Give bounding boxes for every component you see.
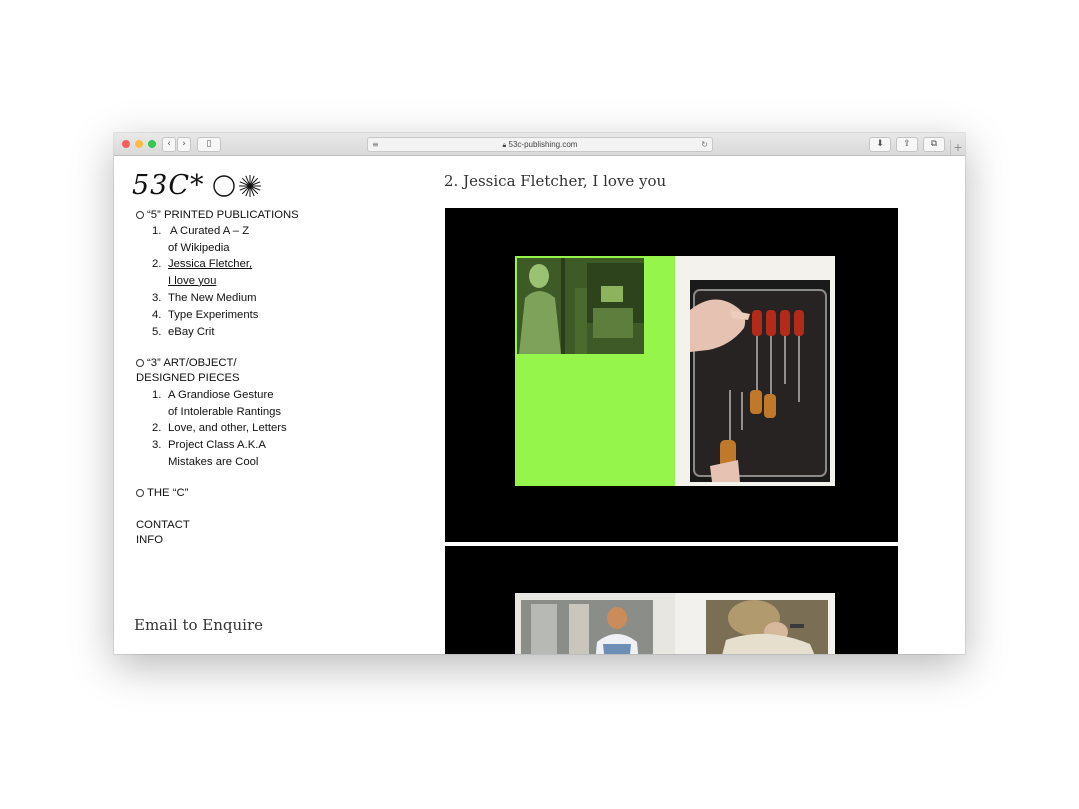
nav-item-label: eBay Crit xyxy=(168,326,215,338)
nav-info-link[interactable]: INFO xyxy=(136,533,163,548)
logo-circle-icon xyxy=(213,175,235,197)
nav-item-number: 1. xyxy=(152,225,162,237)
nav-item-label: Type Experiments xyxy=(168,309,259,321)
tabs-icon: ⧉ xyxy=(930,139,938,149)
green-tinted-photo xyxy=(517,258,644,354)
circle-bullet-icon xyxy=(136,489,144,497)
reader-icon[interactable]: ≡ xyxy=(372,138,379,151)
email-enquire-link[interactable]: Email to Enquire xyxy=(134,616,263,634)
nav-item-label-cont: Mistakes are Cool xyxy=(168,455,259,468)
nav-item-curated-a-z[interactable]: 1. A Curated A – Z of Wikipedia xyxy=(152,223,249,256)
sidebar-toggle-button[interactable]: ▯ xyxy=(197,137,221,152)
sidebar-icon: ▯ xyxy=(206,139,212,149)
nav-section-printed[interactable]: “5” PRINTED PUBLICATIONS xyxy=(136,208,299,223)
nav-item-number: 2. xyxy=(152,422,162,434)
nav-section-art-objects[interactable]: “3” ART/OBJECT/ DESIGNED PIECES xyxy=(136,356,240,386)
share-button[interactable]: ⇪ xyxy=(896,137,918,152)
nav-item-label: A Curated A – Z xyxy=(170,225,250,237)
portrait-photo xyxy=(706,600,828,654)
nav-item-number: 2. xyxy=(152,258,162,270)
nav-section-title: “3” ART/OBJECT/ xyxy=(147,357,237,369)
nav-item-label: A Grandiose Gesture xyxy=(168,389,274,401)
left-page xyxy=(515,593,675,654)
nav-item-number: 3. xyxy=(152,439,162,451)
nav-item-label: Project Class A.K.A xyxy=(168,439,266,451)
right-page xyxy=(675,593,835,654)
browser-toolbar: ‹ › ▯ ≡ 🔒︎ 53c-publishing.com ↻ ⬇ ⇪ ⧉ + xyxy=(114,133,965,156)
nav-item-label-cont: of Intolerable Rantings xyxy=(168,405,282,418)
browser-window: ‹ › ▯ ≡ 🔒︎ 53c-publishing.com ↻ ⬇ ⇪ ⧉ + … xyxy=(114,133,965,654)
nav-item-number: 3. xyxy=(152,292,162,304)
nav-item-label-active-cont: I love you xyxy=(168,274,217,287)
kitchen-photo xyxy=(521,600,653,654)
project-image-2[interactable] xyxy=(445,546,898,654)
green-page xyxy=(515,256,675,486)
new-tab-button[interactable]: + xyxy=(950,140,965,155)
screwdriver-photo xyxy=(690,280,830,482)
logo-sunburst-icon xyxy=(239,175,261,197)
nav-item-ebay-crit[interactable]: 5. eBay Crit xyxy=(152,324,214,341)
project-image-1[interactable] xyxy=(445,208,898,542)
nav-section-title: THE “C” xyxy=(147,487,189,499)
nav-item-number: 4. xyxy=(152,309,162,321)
nav-section-title-cont: DESIGNED PIECES xyxy=(136,372,240,384)
address-bar[interactable]: ≡ 🔒︎ 53c-publishing.com ↻ xyxy=(367,137,713,152)
nav-section-the-c[interactable]: THE “C” xyxy=(136,486,188,501)
nav-item-type-experiments[interactable]: 4. Type Experiments xyxy=(152,307,258,324)
nav-item-label-cont: of Wikipedia xyxy=(168,241,230,254)
nav-item-label: Love, and other, Letters xyxy=(168,422,287,434)
circle-bullet-icon xyxy=(136,211,144,219)
url-text: 53c-publishing.com xyxy=(508,140,578,149)
forward-button[interactable]: › xyxy=(177,137,191,152)
nav-item-number: 5. xyxy=(152,326,162,338)
logo-text: 53C* xyxy=(132,170,205,201)
nav-section-title: “5” PRINTED PUBLICATIONS xyxy=(147,209,299,221)
close-window-button[interactable] xyxy=(122,140,130,148)
reload-icon[interactable]: ↻ xyxy=(701,138,708,151)
share-icon: ⇪ xyxy=(903,139,911,149)
minimize-window-button[interactable] xyxy=(135,140,143,148)
lock-icon: 🔒︎ xyxy=(502,141,507,149)
white-page xyxy=(675,256,835,486)
nav-item-number: 1. xyxy=(152,389,162,401)
downloads-button[interactable]: ⬇ xyxy=(869,137,891,152)
nav-item-new-medium[interactable]: 3. The New Medium xyxy=(152,290,257,307)
project-title: 2. Jessica Fletcher, I love you xyxy=(444,172,667,190)
chevron-left-icon: ‹ xyxy=(167,139,171,149)
zoom-window-button[interactable] xyxy=(148,140,156,148)
nav-item-project-class[interactable]: 3. Project Class A.K.A Mistakes are Cool xyxy=(152,437,266,470)
nav-item-label: The New Medium xyxy=(168,292,257,304)
nav-item-love-letters[interactable]: 2. Love, and other, Letters xyxy=(152,420,287,437)
nav-contact-link[interactable]: CONTACT xyxy=(136,518,190,533)
chevron-right-icon: › xyxy=(182,139,186,149)
site-logo[interactable]: 53C* xyxy=(132,170,261,201)
nav-item-label-active: Jessica Fletcher, xyxy=(168,258,253,270)
page-content: 53C* “5” PRINTED PUBLICATIONS 1. A Curat… xyxy=(114,156,965,654)
circle-bullet-icon xyxy=(136,359,144,367)
back-button[interactable]: ‹ xyxy=(162,137,176,152)
nav-item-jessica-fletcher[interactable]: 2. Jessica Fletcher, I love you xyxy=(152,256,252,289)
nav-item-grandiose-gesture[interactable]: 1. A Grandiose Gesture of Intolerable Ran… xyxy=(152,387,281,420)
download-icon: ⬇ xyxy=(876,139,884,149)
tabs-button[interactable]: ⧉ xyxy=(923,137,945,152)
